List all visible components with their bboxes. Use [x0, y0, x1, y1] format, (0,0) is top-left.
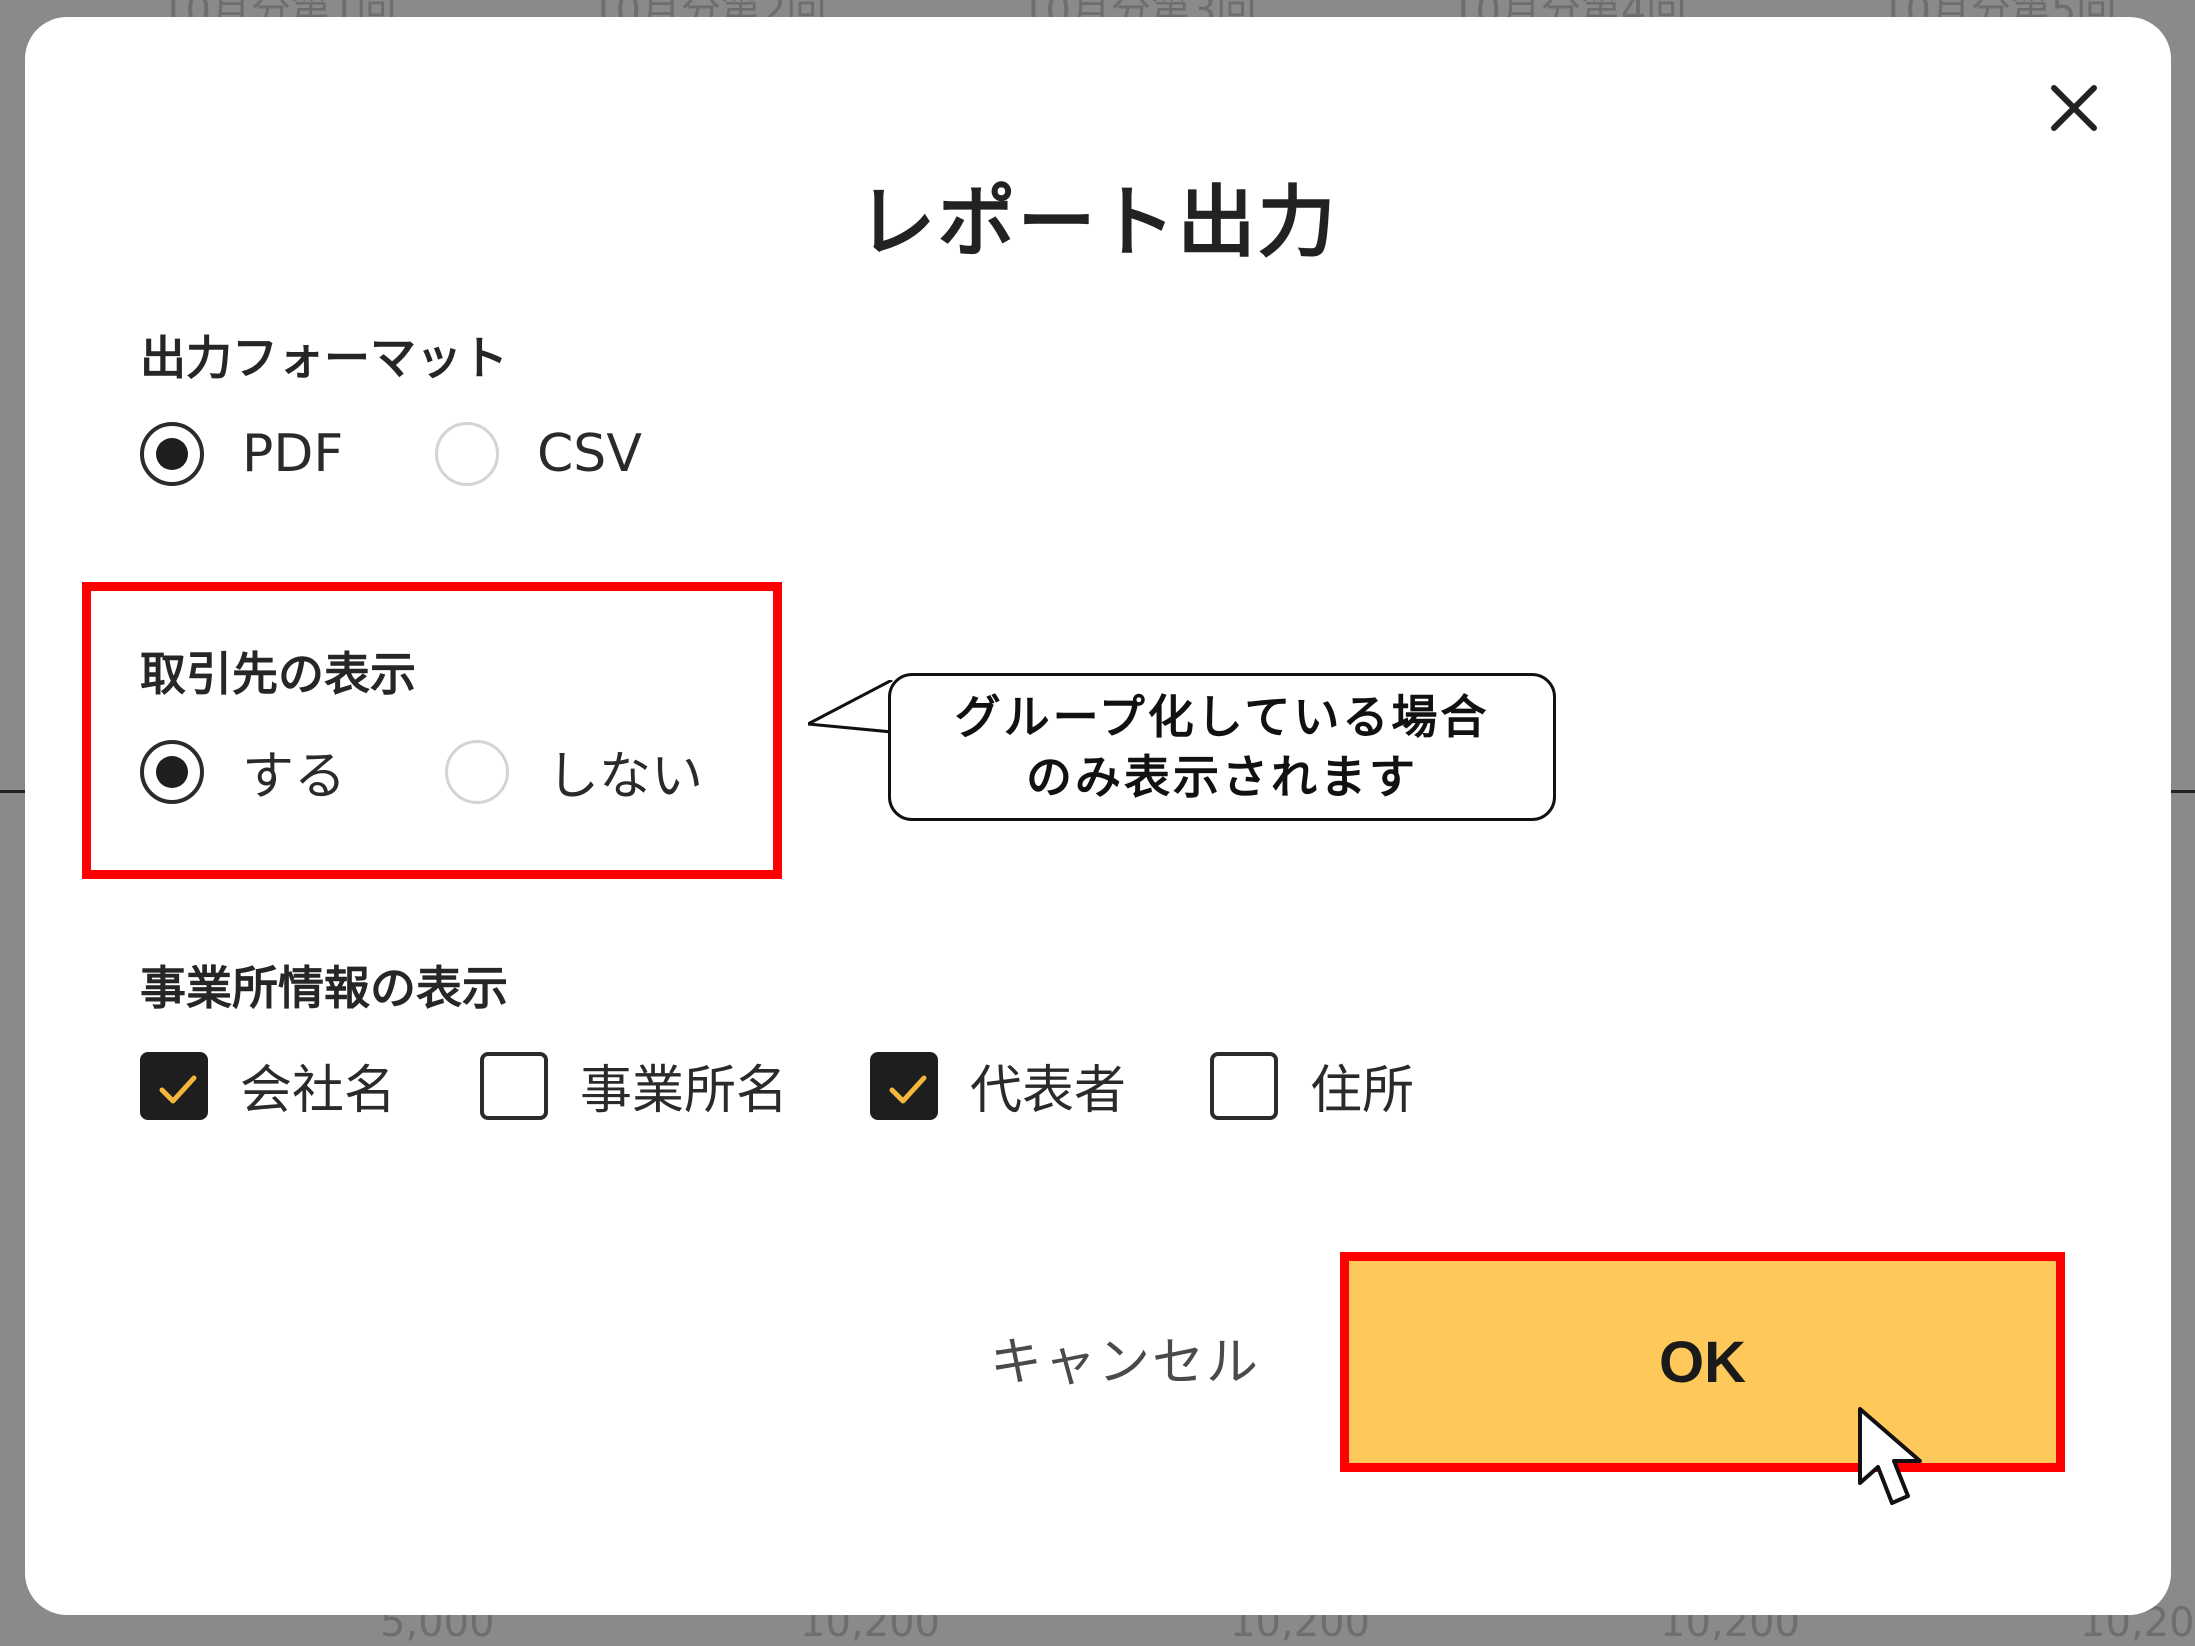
radio-button-selected[interactable]: [140, 422, 204, 486]
radio-button-unselected[interactable]: [445, 739, 509, 804]
dialog-title: レポート出力: [857, 178, 1338, 268]
checkbox-label: 代表者: [970, 1061, 1127, 1121]
checkbox-unchecked[interactable]: [480, 1051, 548, 1120]
callout-bubble: グループ化している場合 のみ表示されます: [888, 673, 1556, 821]
radio-button-selected[interactable]: [140, 739, 204, 804]
checkbox-checked[interactable]: [140, 1051, 208, 1120]
callout-tail: [808, 680, 893, 734]
mouse-cursor-icon: [1858, 1407, 1922, 1505]
close-button[interactable]: [2040, 74, 2108, 142]
callout-text: グループ化している場合 のみ表示されます: [954, 690, 1490, 804]
close-icon: [2051, 85, 2097, 131]
checkbox-representative[interactable]: 代表者: [870, 1048, 1126, 1123]
checkbox-unchecked[interactable]: [1210, 1051, 1278, 1120]
radio-hide-client[interactable]: しない: [445, 734, 703, 809]
ok-button-label: OK: [1659, 1329, 1746, 1395]
office-info-label: 事業所情報の表示: [140, 961, 508, 1015]
checkbox-address[interactable]: 住所: [1210, 1048, 1414, 1123]
checkmark-icon: [159, 1075, 197, 1103]
cancel-button[interactable]: キャンセル: [990, 1320, 1260, 1395]
checkbox-office-name[interactable]: 事業所名: [480, 1048, 788, 1123]
radio-label: PDF: [242, 424, 344, 484]
checkbox-checked[interactable]: [870, 1051, 938, 1120]
radio-label: しない: [547, 747, 704, 807]
radio-pdf[interactable]: PDF: [140, 422, 343, 486]
ok-button[interactable]: OK: [1340, 1252, 2065, 1472]
checkbox-label: 事業所名: [580, 1061, 789, 1121]
checkbox-label: 会社名: [240, 1061, 397, 1121]
radio-label: する: [242, 747, 347, 807]
radio-button-unselected[interactable]: [435, 422, 499, 486]
client-display-highlight: [82, 582, 782, 879]
radio-label: CSV: [537, 424, 642, 484]
client-display-label: 取引先の表示: [140, 647, 416, 701]
checkbox-label: 住所: [1310, 1061, 1415, 1121]
checkbox-company-name[interactable]: 会社名: [140, 1048, 396, 1123]
checkmark-icon: [889, 1075, 927, 1103]
radio-show-client[interactable]: する: [140, 734, 346, 809]
radio-csv[interactable]: CSV: [435, 422, 642, 486]
output-format-label: 出力フォーマット: [140, 331, 508, 385]
